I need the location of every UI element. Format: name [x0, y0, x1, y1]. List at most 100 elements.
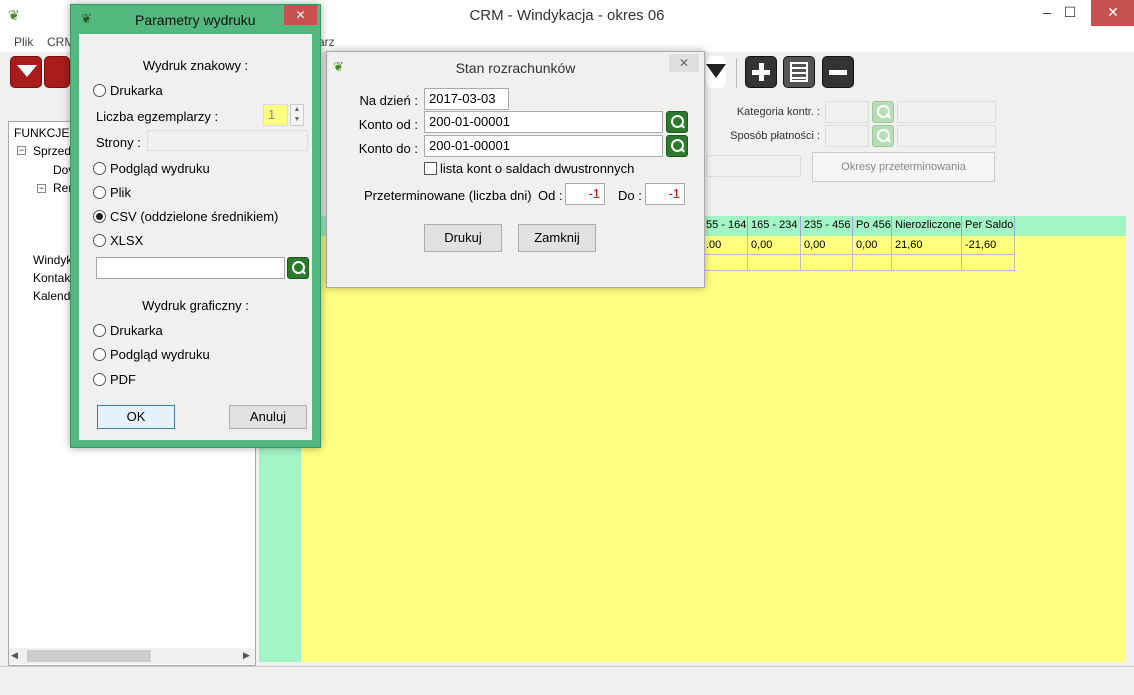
grid-header-po-456[interactable]: Po 456 [853, 216, 892, 236]
tree-expander-icon-2[interactable]: − [37, 184, 46, 193]
radio-file[interactable] [93, 186, 106, 199]
tree-item-windyk[interactable]: Windyk [33, 253, 72, 267]
filter-button[interactable] [10, 56, 42, 88]
filter-extra-field[interactable] [706, 155, 801, 177]
do-input[interactable]: -1 [645, 183, 685, 205]
scroll-right-icon[interactable]: ▶ [243, 650, 250, 661]
kategoria-code-field[interactable] [825, 101, 869, 123]
print-dialog-close-button[interactable]: ✕ [284, 5, 317, 25]
radio-g-preview[interactable] [93, 348, 106, 361]
two-sided-balance-checkbox[interactable] [424, 162, 437, 175]
radio-g-printer[interactable] [93, 324, 106, 337]
do-label: Do : [618, 188, 642, 203]
radio-printer[interactable] [93, 84, 106, 97]
grid-empty-cell[interactable] [748, 255, 801, 271]
grid-header-nierozliczone[interactable]: Nierozliczone [892, 216, 962, 236]
menu-plik[interactable]: Plik [14, 35, 33, 49]
radio-printer-label[interactable]: Drukarka [110, 83, 163, 98]
minus-icon [829, 70, 847, 75]
grid-empty-cell[interactable] [853, 255, 892, 271]
text-print-section-label: Wydruk znakowy : [142, 58, 249, 73]
print-params-dialog: ❦ Parametry wydruku ✕ Wydruk znakowy : D… [70, 4, 321, 448]
grid-cell[interactable]: 0,00 [853, 236, 892, 255]
grid-header-55-164[interactable]: 55 - 164 [703, 216, 748, 236]
copies-label: Liczba egzemplarzy : [96, 109, 219, 124]
radio-file-label[interactable]: Plik [110, 185, 131, 200]
radio-xlsx-label[interactable]: XLSX [110, 233, 143, 248]
overdue-label: Przeterminowane (liczba dni) [364, 188, 532, 203]
scroll-thumb[interactable] [27, 650, 151, 662]
checkbox-label[interactable]: lista kont o saldach dwustronnych [440, 161, 634, 176]
grid-cell[interactable]: 21,60 [892, 236, 962, 255]
copies-input[interactable]: 1 [263, 104, 288, 126]
dialog-icon: ❦ [81, 11, 92, 26]
grid-empty-cell[interactable] [801, 255, 853, 271]
funnel-dark-icon [706, 64, 726, 78]
sposob-name-field[interactable] [897, 125, 996, 147]
radio-csv-label[interactable]: CSV (oddzielone średnikiem) [110, 209, 278, 224]
od-input[interactable]: -1 [565, 183, 605, 205]
details-button[interactable] [783, 56, 815, 88]
print-dialog-body: Wydruk znakowy : Drukarka Liczba egzempl… [79, 34, 312, 440]
file-browse-button[interactable] [287, 257, 309, 279]
tree-expander-icon[interactable]: − [17, 146, 26, 155]
grid-header-165-234[interactable]: 165 - 234 [748, 216, 801, 236]
radio-g-printer-label[interactable]: Drukarka [110, 323, 163, 338]
pages-label: Strony : [96, 135, 141, 150]
print-dialog-title: Parametry wydruku [135, 12, 256, 28]
grid-cell[interactable]: 0,00 [801, 236, 853, 255]
file-path-input[interactable] [96, 257, 285, 279]
status-bar [0, 666, 1134, 695]
print-button[interactable]: Drukuj [424, 224, 502, 252]
add-button[interactable] [745, 56, 777, 88]
ok-button[interactable]: OK [97, 405, 175, 429]
graphic-print-section-label: Wydruk graficzny : [142, 298, 249, 313]
grid-cell[interactable]: .00 [703, 236, 748, 255]
date-input[interactable]: 2017-03-03 [424, 88, 509, 110]
balance-dialog: ❦ Stan rozrachunków ✕ Na dzień : 2017-03… [326, 51, 705, 288]
close-button[interactable]: Zamknij [518, 224, 596, 252]
okresy-przeterminowania-button[interactable]: Okresy przeterminowania [812, 152, 995, 182]
grid-cell[interactable]: 0,00 [748, 236, 801, 255]
account-from-lookup-button[interactable] [666, 111, 688, 133]
toolbar-separator [736, 58, 737, 88]
cancel-button[interactable]: Anuluj [229, 405, 307, 429]
radio-g-preview-label[interactable]: Podgląd wydruku [110, 347, 210, 362]
sposob-lookup-button[interactable] [872, 125, 894, 147]
pages-input[interactable] [147, 130, 308, 151]
grid-empty-cell[interactable] [892, 255, 962, 271]
tree-item-kalend[interactable]: Kalend [33, 289, 70, 303]
grid-empty-cell[interactable] [703, 255, 748, 271]
grid-header-235-456[interactable]: 235 - 456 [801, 216, 853, 236]
kategoria-lookup-button[interactable] [872, 101, 894, 123]
account-to-label: Konto do : [358, 141, 418, 156]
tree-horizontal-scrollbar[interactable]: ◀ ▶ [9, 648, 255, 664]
calendar-button[interactable] [44, 56, 70, 88]
radio-preview-label[interactable]: Podgląd wydruku [110, 161, 210, 176]
remove-button[interactable] [822, 56, 854, 88]
account-from-input[interactable]: 200-01-00001 [424, 111, 663, 133]
maximize-button[interactable]: ☐ [1048, 0, 1092, 26]
grid-header-per-saldo[interactable]: Per Saldo [962, 216, 1015, 236]
radio-g-pdf[interactable] [93, 373, 106, 386]
account-to-input[interactable]: 200-01-00001 [424, 135, 663, 157]
od-label: Od : [538, 188, 563, 203]
account-to-lookup-button[interactable] [666, 135, 688, 157]
sposob-label: Sposób płatności : [730, 130, 820, 142]
filter2-button[interactable] [706, 56, 726, 88]
tree-item-kontak[interactable]: Kontak [33, 271, 70, 285]
kategoria-name-field[interactable] [897, 101, 996, 123]
close-window-button[interactable]: ✕ [1091, 0, 1134, 26]
grid-empty-cell[interactable] [962, 255, 1015, 271]
date-label: Na dzień : [359, 93, 418, 108]
scroll-left-icon[interactable]: ◀ [11, 650, 18, 661]
radio-preview[interactable] [93, 162, 106, 175]
print-dialog-caption: ❦ Parametry wydruku ✕ [71, 5, 320, 34]
radio-g-pdf-label[interactable]: PDF [110, 372, 136, 387]
radio-csv[interactable] [93, 210, 106, 223]
sposob-code-field[interactable] [825, 125, 869, 147]
balance-dialog-close-button[interactable]: ✕ [669, 54, 699, 72]
radio-xlsx[interactable] [93, 234, 106, 247]
grid-cell[interactable]: -21,60 [962, 236, 1015, 255]
copies-stepper[interactable]: ▲ ▼ [290, 104, 304, 126]
